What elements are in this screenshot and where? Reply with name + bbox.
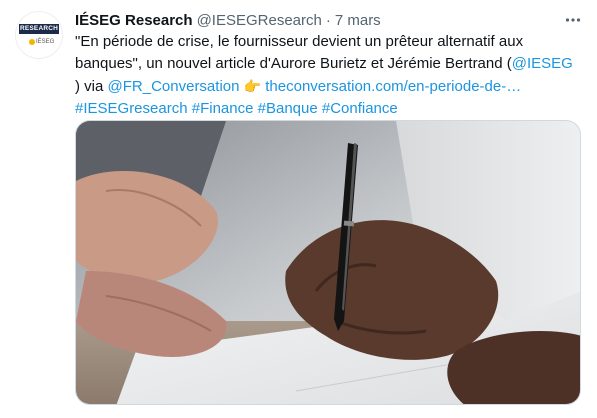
text-line-1: "En période de crise, le fournisseur dev… xyxy=(75,33,524,50)
pointing-hand-icon: 👉 xyxy=(243,78,262,94)
article-link[interactable]: theconversation.com/en-periode-de-… xyxy=(265,78,521,95)
hashtag-line: #IESEGresearch #Finance #Banque #Confian… xyxy=(75,98,585,120)
more-dots-icon xyxy=(565,18,581,22)
tweet[interactable]: RESEARCH IÉSEG IÉSEG Research @IESEGRese… xyxy=(0,0,597,418)
ieseg-logo-icon xyxy=(29,39,35,45)
text-line-3-body: ) via xyxy=(75,78,108,95)
avatar-banner: RESEARCH xyxy=(19,24,59,34)
author-handle[interactable]: @IESEGResearch xyxy=(197,12,322,29)
hashtag-confiance[interactable]: #Confiance xyxy=(322,100,398,117)
tweet-media-photo[interactable] xyxy=(75,120,581,405)
avatar[interactable]: RESEARCH IÉSEG xyxy=(15,11,63,59)
hashtag-banque[interactable]: #Banque xyxy=(258,100,318,117)
mention-fr-conversation[interactable]: @FR_Conversation xyxy=(108,78,240,95)
avatar-logo-text: IÉSEG xyxy=(36,39,55,45)
text-line-3: ) via @FR_Conversation 👉 theconversation… xyxy=(75,75,585,98)
mention-ieseg[interactable]: @IESEG xyxy=(512,55,573,72)
hashtag-iesegresearch[interactable]: #IESEGresearch xyxy=(75,100,188,117)
separator: · xyxy=(325,11,331,29)
author-name[interactable]: IÉSEG Research xyxy=(75,12,193,29)
tweet-header: IÉSEG Research @IESEGResearch · 7 mars xyxy=(75,9,577,31)
tweet-date[interactable]: 7 mars xyxy=(335,12,381,29)
more-icon[interactable] xyxy=(563,10,583,30)
hashtag-finance[interactable]: #Finance xyxy=(192,100,254,117)
signing-document-photo xyxy=(76,121,580,404)
text-line-2: banques", un nouvel article d'Aurore Bur… xyxy=(75,53,585,75)
text-line-2-body: banques", un nouvel article d'Aurore Bur… xyxy=(75,55,512,72)
tweet-text: "En période de crise, le fournisseur dev… xyxy=(75,31,585,120)
